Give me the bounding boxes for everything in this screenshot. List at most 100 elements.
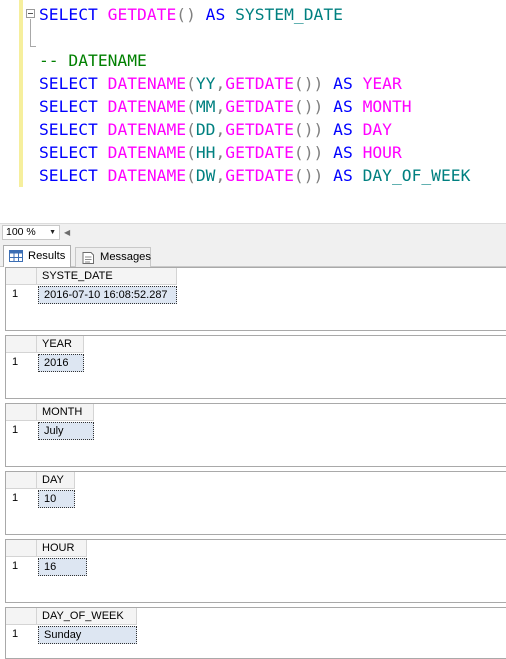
code-token: DD [195,120,216,139]
column-header[interactable]: SYSTE_DATE [37,268,177,285]
code-token: AS [195,5,236,24]
code-token: SELECT [39,5,98,24]
row-header-corner[interactable] [6,540,37,557]
column-header[interactable]: MONTH [37,404,94,421]
code-token: SELECT [39,143,98,162]
code-token: ()) [293,97,324,116]
result-grid-day-of-week[interactable]: DAY_OF_WEEK 1 Sunday [5,607,506,659]
code-token: , [215,97,226,116]
code-token: SYSTEM_DATE [235,5,343,24]
row-number[interactable]: 1 [6,353,37,372]
code-line[interactable]: SELECT GETDATE() AS SYSTEM_DATE [39,3,343,26]
scroll-left-icon[interactable]: ◀ [64,225,70,240]
code-token: ()) [293,74,324,93]
result-cell[interactable]: 10 [38,490,75,508]
result-grid-hour[interactable]: HOUR 1 16 [5,539,506,603]
code-token: ( [186,74,196,93]
code-token: , [215,74,226,93]
result-grid-system-date[interactable]: SYSTE_DATE 1 2016-07-10 16:08:52.287 [5,267,506,331]
editor-status-strip: 100 % ▼ ◀ [0,223,506,240]
result-cell[interactable]: 2016 [38,354,84,372]
collapse-icon[interactable] [26,9,35,18]
tab-results-label: Results [28,250,66,262]
code-token: ()) [293,120,324,139]
zoom-dropdown[interactable]: 100 % ▼ [2,225,60,240]
row-number[interactable]: 1 [6,489,37,508]
code-line[interactable]: SELECT DATENAME(DW,GETDATE()) AS DAY_OF_… [39,164,470,187]
column-header[interactable]: YEAR [37,336,84,353]
code-token: ( [186,97,196,116]
code-token: , [215,143,226,162]
result-grid-year[interactable]: YEAR 1 2016 [5,335,506,399]
row-header-corner[interactable] [6,404,37,421]
code-token: ( [186,143,196,162]
code-token: AS [323,97,363,116]
zoom-value: 100 % [6,226,36,238]
query-editor[interactable]: SELECT GETDATE() AS SYSTEM_DATE -- DATENA… [0,0,506,223]
row-number[interactable]: 1 [6,285,37,304]
code-token: , [215,120,226,139]
code-token: YY [195,74,216,93]
code-token: () [176,5,196,24]
column-header[interactable]: DAY_OF_WEEK [37,608,137,625]
code-token: GETDATE [225,97,294,116]
chevron-down-icon[interactable]: ▼ [49,228,56,237]
result-cell[interactable]: 2016-07-10 16:08:52.287 [38,286,177,304]
result-cell[interactable]: 16 [38,558,87,576]
code-line[interactable]: SELECT DATENAME(HH,GETDATE()) AS HOUR [39,141,402,164]
code-token: AS [323,120,363,139]
code-token: ( [186,166,196,185]
code-line[interactable]: SELECT DATENAME(MM,GETDATE()) AS MONTH [39,95,412,118]
code-token: DATENAME [107,97,187,116]
code-token: DATENAME [107,143,187,162]
column-header[interactable]: DAY [37,472,75,489]
code-token: SELECT [39,120,98,139]
code-line[interactable]: SELECT DATENAME(DD,GETDATE()) AS DAY [39,118,392,141]
code-token: MM [195,97,216,116]
outline-line [30,19,31,47]
code-token: GETDATE [225,120,294,139]
code-token: SELECT [39,97,98,116]
code-token: DAY [362,120,392,139]
row-header-corner[interactable] [6,268,37,285]
row-header-corner[interactable] [6,472,37,489]
results-tab-bar: Results Messages [0,240,506,267]
column-header[interactable]: HOUR [37,540,87,557]
code-token: YEAR [362,74,402,93]
result-grid-month[interactable]: MONTH 1 July [5,403,506,467]
code-token: ()) [293,143,324,162]
result-cell[interactable]: Sunday [38,626,137,644]
result-grid-day[interactable]: DAY 1 10 [5,471,506,535]
code-token: AS [323,143,363,162]
row-number[interactable]: 1 [6,625,37,644]
code-token: GETDATE [107,5,177,24]
message-icon [82,252,94,264]
code-token: -- DATENAME [39,51,147,70]
outline-line-end [30,46,36,47]
row-header-corner[interactable] [6,336,37,353]
code-token: DATENAME [107,74,187,93]
row-number[interactable]: 1 [6,557,37,576]
code-token: ()) [293,166,324,185]
code-token: HOUR [362,143,402,162]
code-line[interactable]: -- DATENAME [39,49,147,72]
change-margin-bar [19,0,23,187]
tab-results[interactable]: Results [3,245,71,267]
result-cell[interactable]: July [38,422,94,440]
row-number[interactable]: 1 [6,421,37,440]
tab-messages[interactable]: Messages [75,247,151,267]
code-token: , [215,166,226,185]
code-token: AS [323,74,363,93]
code-token: DW [195,166,216,185]
code-token: GETDATE [225,143,294,162]
code-token: DATENAME [107,120,187,139]
code-line[interactable]: SELECT DATENAME(YY,GETDATE()) AS YEAR [39,72,402,95]
grid-icon [9,250,23,262]
code-token: GETDATE [225,74,294,93]
row-header-corner[interactable] [6,608,37,625]
